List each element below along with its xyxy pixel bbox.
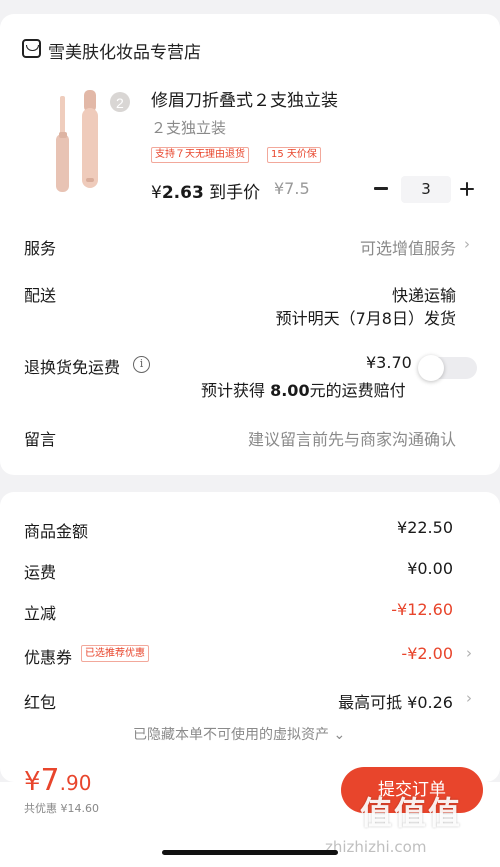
watermark-url: zhizhizhi.com	[325, 838, 427, 856]
return-shipping-note: 预计获得 8.00元的运费赔付	[201, 377, 406, 401]
info-icon[interactable]: i	[133, 356, 150, 373]
message-input[interactable]: 建议留言前先与商家沟通确认	[248, 426, 456, 450]
note-prefix: 预计获得	[201, 381, 271, 400]
red-packet-value[interactable]: 最高可抵 ¥0.26	[338, 689, 453, 713]
instant-discount-label: 立减	[24, 604, 57, 623]
red-packet-label: 红包	[24, 693, 57, 712]
quantity-plus-button[interactable]	[460, 182, 474, 196]
watermark-logo: 值值值	[360, 794, 463, 832]
total-dec: .90	[59, 771, 92, 795]
shipping-label: 运费	[24, 563, 57, 582]
final-price: ¥2.63 到手价	[151, 178, 260, 203]
hidden-assets-text: 已隐藏本单不可使用的虚拟资产	[133, 727, 329, 743]
instant-discount-value: -¥12.60	[391, 600, 453, 619]
coupon-value[interactable]: -¥2.00	[401, 644, 453, 663]
delivery-label: 配送	[24, 286, 57, 305]
image-count-badge: 2	[116, 95, 124, 111]
chevron-down-icon: ⌄	[329, 727, 346, 743]
toggle-knob[interactable]	[418, 355, 444, 381]
chevron-right-icon[interactable]: ›	[466, 644, 472, 662]
service-label: 服务	[24, 239, 57, 258]
price-value: 2.63	[161, 183, 204, 203]
price-currency: ¥	[151, 183, 162, 203]
service-value[interactable]: 可选增值服务	[360, 235, 456, 259]
note-amount: 8.00	[270, 381, 310, 400]
price-suffix: 到手价	[203, 183, 261, 203]
total-currency: ¥	[24, 767, 41, 797]
total-saved: 共优惠 ¥14.60	[24, 802, 99, 815]
hidden-assets-note[interactable]: 已隐藏本单不可使用的虚拟资产 ⌄	[133, 724, 345, 744]
total-price: ¥7.90	[24, 763, 91, 798]
product-title[interactable]: 修眉刀折叠式２支独立装	[151, 86, 338, 111]
delivery-eta: 预计明天（7月8日）发货	[275, 309, 456, 328]
delivery-method[interactable]: 快递运输	[392, 282, 456, 306]
total-int: 7	[40, 763, 60, 798]
product-spec: ２支独立装	[151, 119, 227, 137]
chevron-right-icon[interactable]: ›	[466, 689, 472, 707]
shipping-value: ¥0.00	[407, 559, 453, 578]
message-label: 留言	[24, 430, 57, 449]
home-indicator	[162, 850, 338, 855]
return-shipping-price: ¥3.70	[366, 353, 412, 372]
chevron-right-icon[interactable]: ›	[464, 235, 470, 253]
return-policy-tag: 支持７天无理由退货	[151, 147, 249, 163]
price-protect-tag: 15 天价保	[267, 147, 321, 163]
quantity-minus-button[interactable]	[374, 187, 388, 190]
store-icon	[22, 39, 41, 58]
note-suffix: 元的运费赔付	[309, 381, 406, 400]
coupon-recommend-badge: 已选推荐优惠	[81, 645, 149, 662]
goods-amount-value: ¥22.50	[397, 518, 453, 537]
return-shipping-label: 退换货免运费	[24, 358, 121, 377]
quantity-input[interactable]: 3	[401, 176, 451, 203]
store-name[interactable]: 雪美肤化妆品专营店	[48, 38, 201, 63]
original-price: ¥7.5	[274, 179, 310, 198]
product-image[interactable]: 2	[40, 82, 140, 197]
goods-amount-label: 商品金额	[24, 522, 89, 541]
coupon-label: 优惠券	[24, 648, 73, 667]
